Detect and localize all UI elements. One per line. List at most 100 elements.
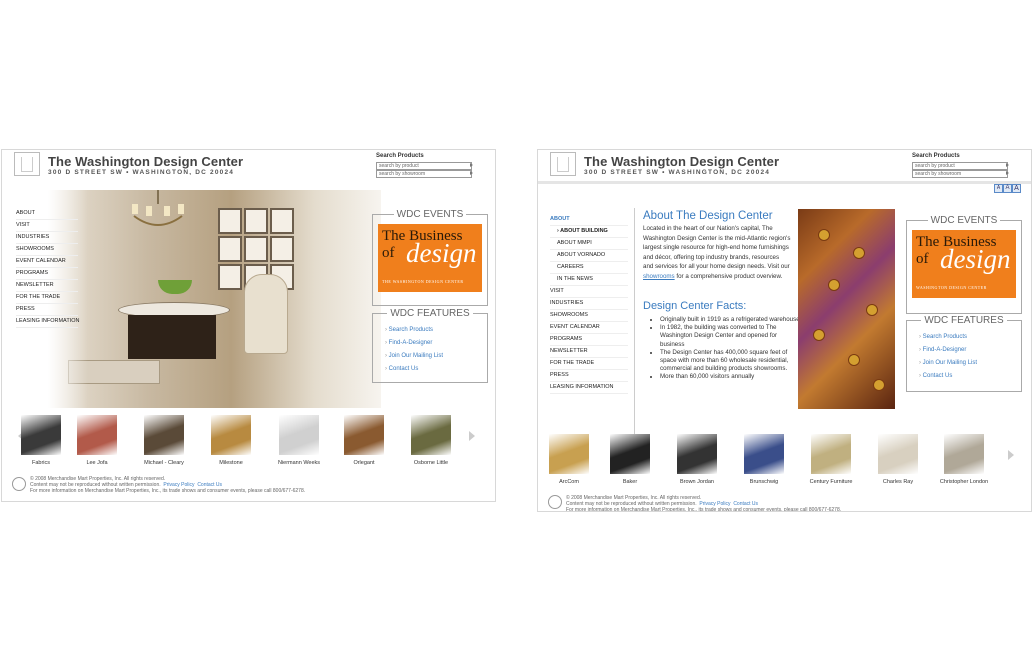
carousel-item[interactable]: Milestone	[204, 415, 258, 466]
nav-sub-about-vornado[interactable]: ABOUT VORNADO	[550, 250, 628, 262]
thumb-image	[77, 415, 117, 455]
feature-link-contact-us[interactable]: Contact Us	[919, 370, 977, 383]
nav-item-industries[interactable]: INDUSTRIES	[16, 232, 78, 244]
nav-item-event-calendar[interactable]: EVENT CALENDAR	[550, 322, 628, 334]
search-go-icon[interactable]	[470, 163, 473, 167]
about-paragraph: Located in the heart of our Nation's cap…	[643, 225, 791, 280]
header-divider	[538, 181, 1031, 184]
fact-item: More than 60,000 visitors annually	[660, 373, 800, 381]
nav-item-press[interactable]: PRESS	[16, 304, 78, 316]
building-logo-icon[interactable]	[550, 152, 576, 176]
feature-link-mailing-list[interactable]: Join Our Mailing List	[919, 357, 977, 370]
nav-sub-about-building[interactable]: › ABOUT BUILDING	[550, 226, 628, 238]
fruit-bowl-image	[158, 280, 192, 294]
fabric-swatch-photo	[798, 209, 895, 409]
site-title[interactable]: The Washington Design Center	[48, 154, 243, 169]
thumb-image	[344, 415, 384, 455]
nav-sub-about-mmpi[interactable]: ABOUT MMPI	[550, 238, 628, 250]
armchair-image	[244, 274, 288, 354]
thumb-image	[144, 415, 184, 455]
search-by-showroom-input[interactable]: search by showroom	[376, 170, 472, 178]
about-page-screenshot: The Washington Design Center 300 D STREE…	[537, 149, 1032, 512]
carousel-item[interactable]: Charles Ray	[871, 434, 925, 485]
carousel-item[interactable]: Christopher London	[937, 434, 991, 485]
nav-sub-careers[interactable]: CAREERS	[550, 262, 628, 274]
nav-item-press[interactable]: PRESS	[550, 370, 628, 382]
showrooms-link[interactable]: showrooms	[643, 273, 675, 280]
fact-item: In 1982, the building was converted to T…	[660, 324, 800, 349]
nav-item-programs[interactable]: PROGRAMS	[16, 268, 78, 280]
thumb-label: ArcCom	[559, 479, 579, 485]
thumb-label: Lee Jofa	[86, 460, 108, 466]
wall-art	[218, 236, 242, 262]
site-title[interactable]: The Washington Design Center	[584, 154, 779, 169]
nav-item-about[interactable]: ABOUT	[16, 208, 78, 220]
nav-item-visit[interactable]: VISIT	[550, 286, 628, 298]
wdc-events-title: WDC EVENTS	[393, 209, 467, 220]
footer-info: For more information on Merchandise Mart…	[30, 488, 306, 494]
nav-item-about[interactable]: ABOUT	[550, 214, 628, 226]
wdc-events-box: WDC EVENTS The Business of design THE WA…	[372, 209, 488, 306]
thumb-image	[878, 434, 918, 474]
fact-item: Originally built in 1919 as a refrigerat…	[660, 316, 800, 324]
search-go-icon[interactable]	[1006, 163, 1009, 167]
nav-item-industries[interactable]: INDUSTRIES	[550, 298, 628, 310]
search-by-product-input[interactable]: search by product	[912, 162, 1008, 170]
search-go-icon[interactable]	[470, 171, 473, 175]
carousel-item[interactable]: Fabrics	[14, 415, 68, 466]
carousel-item[interactable]: Niermann Weeks	[272, 415, 326, 466]
thumb-label: Charles Ray	[882, 479, 914, 485]
thumb-label: Baker	[622, 479, 638, 485]
main-nav: ABOUT VISIT INDUSTRIES SHOWROOMS EVENT C…	[16, 208, 79, 328]
search-go-icon[interactable]	[1006, 171, 1009, 175]
feature-link-search-products[interactable]: Search Products	[385, 324, 443, 337]
business-of-design-ad[interactable]: The Business of design WASHINGTON DESIGN…	[912, 230, 1016, 298]
carousel-item[interactable]: Osborne Little	[404, 415, 458, 466]
text-size-large-button[interactable]: A	[1012, 184, 1021, 193]
nav-item-event-calendar[interactable]: EVENT CALENDAR	[16, 256, 78, 268]
carousel-next-arrow-icon[interactable]	[469, 431, 475, 441]
hero-interior-photo	[48, 190, 381, 408]
feature-link-search-products[interactable]: Search Products	[919, 331, 977, 344]
ad-script: design	[406, 238, 477, 268]
thumb-label: Osborne Little	[413, 460, 449, 466]
text-size-small-button[interactable]: A	[994, 184, 1003, 193]
building-logo-icon[interactable]	[14, 152, 40, 176]
home-page-screenshot: The Washington Design Center 300 D STREE…	[1, 149, 496, 502]
search-by-showroom-input[interactable]: search by showroom	[912, 170, 1008, 178]
nav-item-newsletter[interactable]: NEWSLETTER	[550, 346, 628, 358]
carousel-item[interactable]: Brunschwig	[737, 434, 791, 485]
feature-link-mailing-list[interactable]: Join Our Mailing List	[385, 350, 443, 363]
carousel-item[interactable]: Century Furniture	[804, 434, 858, 485]
search-by-product-input[interactable]: search by product	[376, 162, 472, 170]
nav-item-leasing-information[interactable]: LEASING INFORMATION	[16, 316, 79, 328]
nav-item-for-the-trade[interactable]: FOR THE TRADE	[16, 292, 78, 304]
nav-item-visit[interactable]: VISIT	[16, 220, 78, 232]
carousel-item[interactable]: Michael - Cleary	[137, 415, 191, 466]
nav-item-for-the-trade[interactable]: FOR THE TRADE	[550, 358, 628, 370]
carousel-item[interactable]: Brown Jordan	[670, 434, 724, 485]
nav-item-leasing-information[interactable]: LEASING INFORMATION	[550, 382, 628, 394]
thumb-label: Century Furniture	[809, 479, 853, 485]
feature-link-find-a-designer[interactable]: Find-A-Designer	[385, 337, 443, 350]
search-products-label: Search Products	[912, 153, 960, 159]
carousel-item[interactable]: Lee Jofa	[70, 415, 124, 466]
feature-link-contact-us[interactable]: Contact Us	[385, 363, 443, 376]
thumb-label: Orlegant	[353, 460, 375, 466]
thumb-image	[21, 415, 61, 455]
nav-item-programs[interactable]: PROGRAMS	[550, 334, 628, 346]
feature-link-find-a-designer[interactable]: Find-A-Designer	[919, 344, 977, 357]
nav-item-showrooms[interactable]: SHOWROOMS	[550, 310, 628, 322]
nav-sub-in-the-news[interactable]: IN THE NEWS	[550, 274, 628, 286]
carousel-item[interactable]: Orlegant	[337, 415, 391, 466]
carousel-next-arrow-icon[interactable]	[1008, 450, 1014, 460]
thumb-label: Michael - Cleary	[144, 460, 184, 466]
nav-item-showrooms[interactable]: SHOWROOMS	[16, 244, 78, 256]
thumb-image	[944, 434, 984, 474]
carousel-item[interactable]: ArcCom	[542, 434, 596, 485]
text-size-medium-button[interactable]: A	[1003, 184, 1012, 193]
carousel-item[interactable]: Baker	[603, 434, 657, 485]
thumb-image	[549, 434, 589, 474]
business-of-design-ad[interactable]: The Business of design THE WASHINGTON DE…	[378, 224, 482, 292]
nav-item-newsletter[interactable]: NEWSLETTER	[16, 280, 78, 292]
